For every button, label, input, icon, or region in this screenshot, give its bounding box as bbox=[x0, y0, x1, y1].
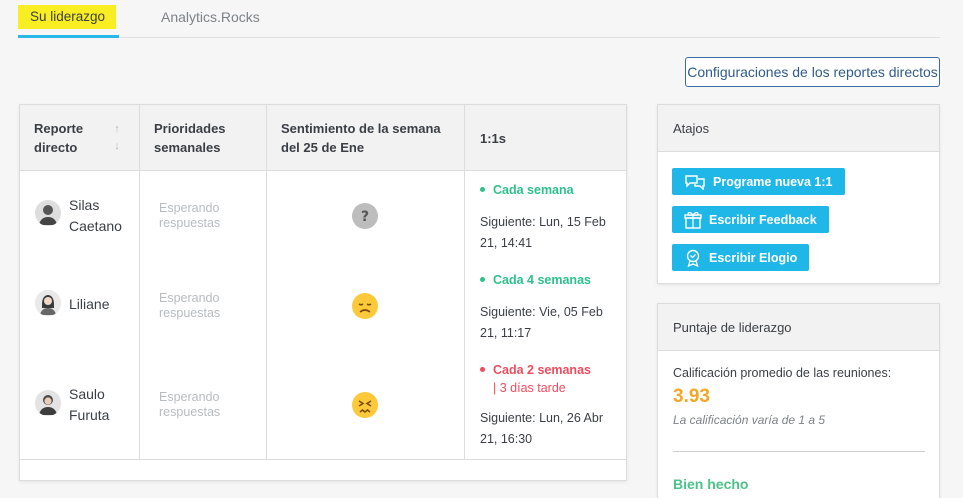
avatar bbox=[35, 290, 61, 316]
table-header: Reporte directo ↑ ↓ Prioridades semanales… bbox=[20, 105, 626, 171]
button-label: Programe nueva 1:1 bbox=[713, 174, 833, 189]
header-oneonones: 1:1s bbox=[480, 131, 507, 146]
oneonone-frequency: Cada semana bbox=[480, 181, 574, 199]
leadership-status: Bien hecho bbox=[673, 476, 749, 492]
sort-icon[interactable]: ↑ ↓ bbox=[111, 121, 123, 155]
direct-reports-settings-button[interactable]: Configuraciones de los reportes directos bbox=[685, 57, 940, 87]
frequency-label: Cada semana bbox=[493, 183, 574, 197]
leadership-title: Puntaje de liderazgo bbox=[658, 304, 939, 351]
chat-bubbles-icon bbox=[685, 174, 705, 190]
next-meeting: Siguiente: Lun, 26 Abr 21, 16:30 bbox=[480, 411, 604, 446]
tab-bar: Su liderazgo Analytics.Rocks bbox=[18, 0, 940, 38]
late-label: | 3 días tarde bbox=[493, 381, 566, 395]
rating-range-note: La calificación varía de 1 a 5 bbox=[673, 413, 826, 427]
table-footer-divider bbox=[20, 459, 626, 460]
report-name[interactable]: Liliane bbox=[69, 294, 109, 315]
direct-reports-table: Reporte directo ↑ ↓ Prioridades semanales… bbox=[19, 104, 627, 481]
next-meeting: Siguiente: Lun, 15 Feb 21, 14:41 bbox=[480, 215, 606, 250]
tab-analytics-rocks[interactable]: Analytics.Rocks bbox=[161, 9, 260, 25]
priorities-status: Esperando respuestas bbox=[159, 201, 221, 230]
shortcuts-title: Atajos bbox=[658, 105, 939, 152]
priorities-status: Esperando respuestas bbox=[159, 291, 221, 320]
status-dot bbox=[480, 277, 485, 283]
priorities-status: Esperando respuestas bbox=[159, 390, 221, 419]
oneonone-frequency: Cada 2 semanas | 3 días tarde bbox=[480, 361, 610, 397]
tab-su-liderazgo[interactable]: Su liderazgo bbox=[18, 5, 119, 38]
table-row[interactable]: Saulo Furuta Esperando respuestas Cada 2… bbox=[20, 351, 626, 459]
average-rating-label: Calificación promedio de las reuniones: bbox=[673, 366, 892, 380]
divider bbox=[673, 451, 925, 452]
leadership-score-card: Puntaje de liderazgo Calificación promed… bbox=[657, 303, 940, 498]
status-dot bbox=[480, 187, 485, 193]
report-name[interactable]: Saulo Furuta bbox=[69, 384, 129, 426]
stressed-face-icon bbox=[351, 391, 379, 419]
avatar bbox=[35, 390, 61, 416]
button-label: Escribir Feedback bbox=[709, 212, 817, 227]
question-mood-icon: ? bbox=[351, 202, 379, 230]
shortcuts-card: Atajos Programe nueva 1:1 Escribir Feedb… bbox=[657, 104, 940, 284]
average-rating-value: 3.93 bbox=[673, 386, 710, 407]
tab-label: Su liderazgo bbox=[18, 5, 117, 29]
header-priorities: Prioridades semanales bbox=[154, 121, 226, 155]
table-row[interactable]: Silas Caetano Esperando respuestas ? Cad… bbox=[20, 171, 626, 261]
write-praise-button[interactable]: Escribir Elogio bbox=[672, 244, 810, 271]
sad-face-icon bbox=[351, 292, 379, 320]
button-label: Escribir Elogio bbox=[709, 250, 798, 265]
award-ribbon-icon bbox=[686, 249, 700, 267]
schedule-oneonone-button[interactable]: Programe nueva 1:1 bbox=[672, 168, 845, 195]
report-name[interactable]: Silas Caetano bbox=[69, 195, 129, 237]
header-sentiment: Sentimiento de la semana del 25 de Ene bbox=[281, 121, 441, 155]
header-report[interactable]: Reporte directo bbox=[34, 119, 104, 157]
avatar bbox=[35, 200, 61, 226]
frequency-label: Cada 2 semanas bbox=[493, 363, 591, 377]
write-feedback-button[interactable]: Escribir Feedback bbox=[672, 206, 829, 233]
status-dot bbox=[480, 367, 485, 373]
table-row[interactable]: Liliane Esperando respuestas Cada 4 sema… bbox=[20, 261, 626, 351]
frequency-label: Cada 4 semanas bbox=[493, 273, 591, 287]
svg-text:?: ? bbox=[361, 209, 369, 225]
gift-icon bbox=[684, 211, 702, 229]
oneonone-frequency: Cada 4 semanas bbox=[480, 271, 591, 289]
next-meeting: Siguiente: Vie, 05 Feb 21, 11:17 bbox=[480, 305, 603, 340]
